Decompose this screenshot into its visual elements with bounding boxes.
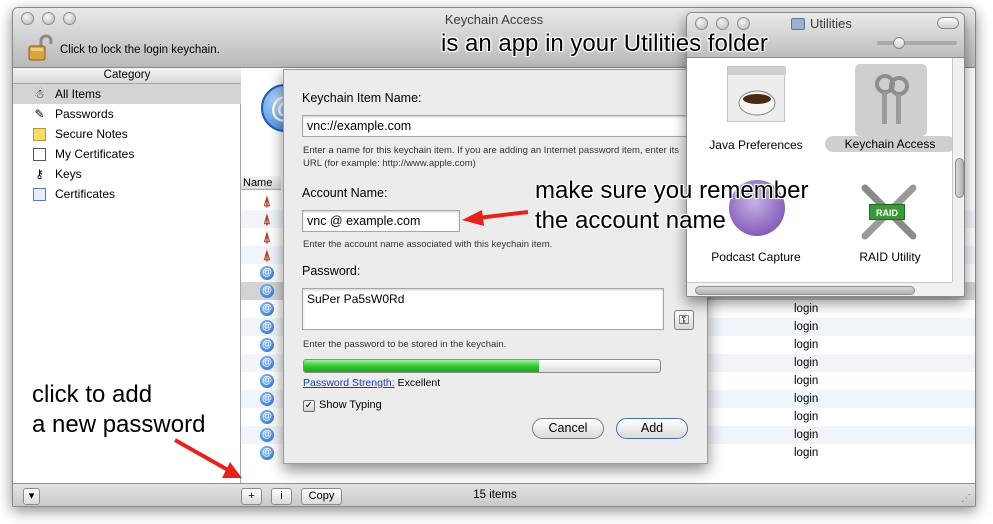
row-keychain: login bbox=[794, 393, 819, 405]
annotation-account-line2: the account name bbox=[535, 207, 726, 234]
sidebar-item-secure-notes[interactable]: Secure Notes bbox=[13, 124, 241, 144]
app-label[interactable]: Java Preferences bbox=[691, 138, 821, 152]
application-password-icon: ⍋ bbox=[262, 247, 272, 263]
vertical-scroll-thumb[interactable] bbox=[955, 158, 964, 198]
cancel-button[interactable]: Cancel bbox=[532, 418, 604, 439]
app-label[interactable]: Podcast Capture bbox=[691, 250, 821, 264]
sidebar-item-label: Keys bbox=[55, 167, 82, 181]
my-certificates-icon bbox=[33, 148, 46, 161]
row-keychain: login bbox=[794, 339, 819, 351]
row-keychain: login bbox=[794, 303, 819, 315]
sidebar-item-label: My Certificates bbox=[55, 147, 135, 161]
add-button[interactable]: Add bbox=[616, 418, 688, 439]
horizontal-scroll-thumb[interactable] bbox=[695, 286, 915, 295]
row-keychain: login bbox=[794, 447, 819, 459]
new-password-sheet: Keychain Item Name: vnc://example.com En… bbox=[283, 69, 708, 464]
account-name-help: Enter the account name associated with t… bbox=[303, 239, 553, 250]
vertical-scrollbar[interactable] bbox=[952, 58, 964, 282]
icon-size-slider[interactable] bbox=[877, 41, 957, 45]
row-keychain: login bbox=[794, 411, 819, 423]
lock-label: Click to lock the login keychain. bbox=[60, 44, 220, 56]
application-password-icon: ⍋ bbox=[262, 193, 272, 209]
internet-password-icon: @ bbox=[260, 446, 274, 460]
application-password-icon: ⍋ bbox=[262, 229, 272, 245]
sidebar-item-my-certificates[interactable]: My Certificates bbox=[13, 144, 241, 164]
icon-size-slider-thumb[interactable] bbox=[893, 37, 905, 49]
sidebar-item-label: Certificates bbox=[55, 187, 116, 201]
java-preferences-icon[interactable] bbox=[727, 66, 786, 122]
all-items-icon: ☃ bbox=[34, 87, 45, 101]
password-field[interactable]: SuPer Pa5sW0Rd bbox=[302, 288, 664, 330]
passwords-icon: ✎ bbox=[34, 107, 45, 121]
password-strength-fill bbox=[304, 360, 539, 372]
folder-icon bbox=[791, 18, 805, 30]
internet-password-icon: @ bbox=[260, 338, 274, 352]
item-name-help: Enter a name for this keychain item. If … bbox=[303, 145, 679, 169]
internet-password-icon: @ bbox=[260, 266, 274, 280]
annotation-utilities: is an app in your Utilities folder bbox=[441, 30, 768, 57]
item-count: 15 items bbox=[473, 489, 517, 501]
annotation-account-line1: make sure you remember bbox=[535, 177, 809, 204]
internet-password-icon: @ bbox=[260, 284, 274, 298]
name-column-header[interactable]: Name bbox=[241, 176, 281, 190]
row-keychain: login bbox=[794, 321, 819, 333]
row-keychain: login bbox=[794, 429, 819, 441]
sidebar-item-passwords[interactable]: ✎ Passwords bbox=[13, 104, 241, 124]
internet-password-icon: @ bbox=[260, 392, 274, 406]
application-password-icon: ⍋ bbox=[262, 211, 272, 227]
keys-icon: ⚷ bbox=[35, 167, 44, 181]
app-label[interactable]: RAID Utility bbox=[825, 250, 955, 264]
password-help: Enter the password to be stored in the k… bbox=[303, 339, 507, 350]
toolbar-toggle-button[interactable] bbox=[937, 17, 959, 29]
sidebar-item-label: Secure Notes bbox=[55, 127, 128, 141]
internet-password-icon: @ bbox=[260, 374, 274, 388]
raid-utility-icon[interactable]: RAID bbox=[859, 180, 919, 240]
app-label-selected[interactable]: Keychain Access bbox=[825, 136, 955, 152]
sidebar-item-certificates[interactable]: Certificates bbox=[13, 184, 241, 204]
show-typing-checkbox[interactable]: ✓ bbox=[303, 400, 315, 412]
certificates-icon bbox=[33, 188, 46, 201]
account-name-field[interactable]: vnc @ example.com bbox=[302, 210, 460, 232]
internet-password-icon: @ bbox=[260, 428, 274, 442]
internet-password-icon: @ bbox=[260, 320, 274, 334]
row-keychain: login bbox=[794, 357, 819, 369]
password-assistant-key-button[interactable]: ⚿ bbox=[674, 310, 694, 330]
utilities-title: Utilities bbox=[810, 16, 852, 31]
horizontal-scrollbar[interactable] bbox=[687, 282, 952, 296]
utilities-content: Java Preferences Keychain Access Podcast… bbox=[687, 58, 955, 282]
sidebar-item-keys[interactable]: ⚷ Keys bbox=[13, 164, 241, 184]
category-header: Category bbox=[13, 68, 241, 84]
bottom-toolbar: ▾ + i Copy 15 items ⋰ bbox=[13, 483, 975, 506]
show-typing-label: Show Typing bbox=[319, 399, 382, 411]
resize-grip-icon[interactable]: ⋰ bbox=[961, 493, 973, 505]
annotation-add-line1: click to add bbox=[32, 381, 153, 408]
raid-badge: RAID bbox=[869, 204, 905, 220]
item-name-field[interactable]: vnc://example.com bbox=[302, 115, 702, 137]
item-name-label: Keychain Item Name: bbox=[302, 91, 422, 105]
password-strength-value: Excellent bbox=[397, 377, 441, 389]
sidebar-item-label: Passwords bbox=[55, 107, 114, 121]
password-strength-meter bbox=[303, 359, 661, 373]
secure-notes-icon bbox=[33, 128, 46, 141]
internet-password-icon: @ bbox=[260, 410, 274, 424]
annotation-add-line2: a new password bbox=[32, 411, 206, 438]
password-label: Password: bbox=[302, 264, 361, 278]
sidebar-item-all-items[interactable]: ☃ All Items bbox=[13, 84, 241, 104]
keychain-access-icon[interactable] bbox=[855, 64, 927, 136]
sidebar-item-label: All Items bbox=[55, 87, 102, 101]
unlocked-padlock-icon[interactable] bbox=[27, 34, 53, 62]
internet-password-icon: @ bbox=[260, 302, 274, 316]
row-keychain: login bbox=[794, 375, 819, 387]
password-strength-link[interactable]: Password Strength: bbox=[303, 377, 395, 389]
internet-password-icon: @ bbox=[260, 356, 274, 370]
account-name-label: Account Name: bbox=[302, 186, 388, 200]
